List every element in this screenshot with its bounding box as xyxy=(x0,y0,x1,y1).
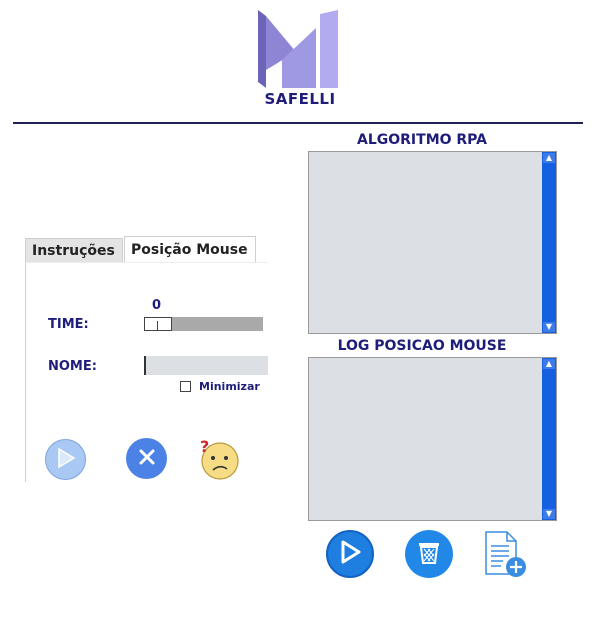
nome-label: NOME: xyxy=(48,359,97,374)
svg-text:?: ? xyxy=(200,438,209,456)
confused-face-icon: ? xyxy=(199,437,241,484)
algorithm-textarea[interactable]: ▲ ▼ xyxy=(308,151,557,334)
run-button[interactable] xyxy=(326,530,374,578)
help-button[interactable]: ? xyxy=(199,437,241,480)
close-icon xyxy=(138,448,156,470)
play-icon xyxy=(339,540,361,568)
time-slider-thumb[interactable] xyxy=(144,317,172,331)
brand-name: SAFELLI xyxy=(264,90,336,108)
header-divider xyxy=(13,122,583,124)
log-title: LOG POSICAO MOUSE xyxy=(337,338,507,354)
log-scrollbar[interactable]: ▲ ▼ xyxy=(542,358,556,520)
scroll-down-arrow-icon[interactable]: ▼ xyxy=(543,322,555,332)
minimize-label: Minimizar xyxy=(199,380,260,393)
scroll-down-arrow-icon[interactable]: ▼ xyxy=(543,509,555,519)
logo xyxy=(256,10,340,88)
algorithm-title: ALGORITMO RPA xyxy=(357,132,487,148)
log-textarea[interactable]: ▲ ▼ xyxy=(308,357,557,521)
start-button[interactable] xyxy=(45,439,86,480)
scroll-up-arrow-icon[interactable]: ▲ xyxy=(543,359,555,369)
time-label: TIME: xyxy=(48,317,89,332)
trash-icon xyxy=(416,539,442,569)
algorithm-scrollbar[interactable]: ▲ ▼ xyxy=(542,152,556,333)
new-file-icon xyxy=(483,531,529,584)
cancel-button[interactable] xyxy=(126,438,167,479)
minimize-checkbox[interactable] xyxy=(180,381,191,392)
scroll-up-arrow-icon[interactable]: ▲ xyxy=(543,153,555,163)
nome-input[interactable] xyxy=(144,356,268,375)
play-icon xyxy=(56,447,76,473)
tab-instrucoes[interactable]: Instruções xyxy=(25,238,123,262)
tab-posicao-mouse[interactable]: Posição Mouse xyxy=(124,236,256,262)
clear-button[interactable] xyxy=(405,530,453,578)
new-file-button[interactable] xyxy=(483,530,529,580)
time-value: 0 xyxy=(152,298,162,313)
